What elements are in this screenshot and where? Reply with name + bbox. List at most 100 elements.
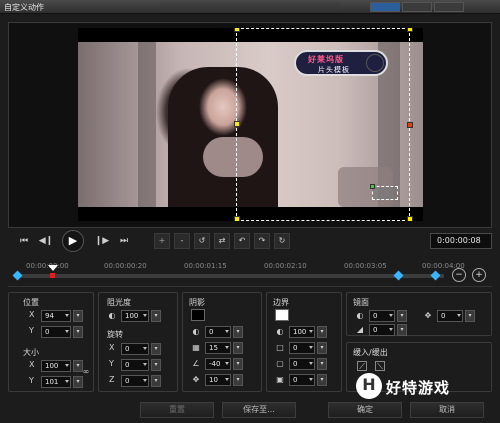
current-keyframe[interactable]: [50, 273, 55, 278]
shadow-distance-icon: ✥: [192, 375, 200, 384]
opacity-input[interactable]: 100: [121, 310, 149, 322]
border-opacity-dropdown[interactable]: ▾: [317, 326, 327, 338]
border-color-swatch[interactable]: [275, 309, 289, 321]
position-y-dropdown[interactable]: ▾: [73, 326, 83, 338]
ok-button[interactable]: 确定: [328, 402, 402, 418]
rotation-x-dropdown[interactable]: ▾: [151, 343, 161, 355]
rotation-x-row: X 0 ▾: [109, 343, 169, 355]
anchor-handle[interactable]: [407, 122, 413, 128]
size-x-input[interactable]: 100: [41, 360, 71, 372]
cancel-button[interactable]: 取消: [410, 402, 484, 418]
resize-handle[interactable]: [407, 216, 413, 221]
window-control-button[interactable]: [402, 2, 432, 12]
rotation-z-dropdown[interactable]: ▾: [151, 375, 161, 387]
rotation-x-input[interactable]: 0: [121, 343, 149, 355]
shadow-label: 阴影: [189, 298, 205, 307]
border-transparency-input[interactable]: 0: [289, 374, 315, 386]
window-control-button[interactable]: [434, 2, 464, 12]
y-label: Y: [29, 326, 34, 335]
move-right-icon[interactable]: ↷: [254, 233, 270, 249]
step-back-icon[interactable]: ◀❙: [38, 233, 54, 249]
border-label: 边界: [273, 298, 289, 307]
rotation-y-input[interactable]: 0: [121, 359, 149, 371]
size-x-row: X 100 ▾: [29, 360, 89, 372]
move-left-icon[interactable]: ↶: [234, 233, 250, 249]
window-control-button[interactable]: [370, 2, 400, 12]
border-blur-dropdown[interactable]: ▾: [317, 358, 327, 370]
timeline-track[interactable]: [14, 274, 444, 278]
size-y-dropdown[interactable]: ▾: [73, 376, 83, 388]
border-opacity-input[interactable]: 100: [289, 326, 315, 338]
remove-keyframe-icon[interactable]: -: [174, 233, 190, 249]
mirror-gradient-input[interactable]: 0: [369, 324, 395, 336]
mirror-opacity-input[interactable]: 0: [369, 310, 395, 322]
zoom-out-icon[interactable]: −: [452, 268, 466, 282]
shadow-blur-dropdown[interactable]: ▾: [233, 342, 243, 354]
border-width-input[interactable]: 0: [289, 342, 315, 354]
keyframe-marker[interactable]: [430, 270, 441, 281]
go-to-end-icon[interactable]: ⏭: [116, 233, 132, 249]
reverse-keyframe-icon[interactable]: ↺: [194, 233, 210, 249]
border-width-icon: □: [276, 343, 284, 352]
shadow-distance-input[interactable]: 10: [205, 374, 231, 386]
shadow-color-swatch[interactable]: [191, 309, 205, 321]
size-y-input[interactable]: 101: [41, 376, 71, 388]
mirror-opacity-icon: ◐: [356, 311, 364, 320]
resize-handle[interactable]: [234, 216, 240, 221]
add-keyframe-icon[interactable]: +: [154, 233, 170, 249]
position-marker[interactable]: [372, 186, 398, 200]
resize-handle[interactable]: [234, 28, 240, 32]
shadow-opacity-dropdown[interactable]: ▾: [233, 326, 243, 338]
mirror-angle-dropdown[interactable]: ▾: [465, 310, 475, 322]
save-as-button[interactable]: 保存至...: [222, 402, 296, 418]
shadow-opacity-input[interactable]: 0: [205, 326, 231, 338]
link-icon[interactable]: ∞: [81, 367, 91, 377]
position-x-input[interactable]: 94: [41, 310, 71, 322]
mirror-angle-input[interactable]: 0: [437, 310, 463, 322]
resize-handle[interactable]: [234, 121, 240, 127]
opacity-label: 阻光度: [107, 298, 131, 307]
border-blur-input[interactable]: 0: [289, 358, 315, 370]
position-y-input[interactable]: 0: [41, 326, 71, 338]
position-size-panel: 位置 X 94 ▾ Y 0 ▾ 大小 X 100 ▾ Y 101 ▾ ∞: [8, 292, 94, 392]
shadow-distance-dropdown[interactable]: ▾: [233, 374, 243, 386]
timecode-display[interactable]: 0:00:00:08: [430, 233, 492, 249]
swap-keyframe-icon[interactable]: ⇄: [214, 233, 230, 249]
timeline-ruler: 00:00:00:00 00:00:00:20 00:00:01:15 00:0…: [8, 262, 465, 272]
border-transparency-icon: ▣: [276, 375, 284, 384]
shadow-blur-input[interactable]: 15: [205, 342, 231, 354]
next-keyframe-icon[interactable]: ↻: [274, 233, 290, 249]
keyframe-marker[interactable]: [12, 270, 23, 281]
border-blur-icon: ▢: [276, 359, 284, 368]
resize-handle[interactable]: [407, 28, 413, 32]
mirror-gradient-dropdown[interactable]: ▾: [397, 324, 407, 336]
position-x-dropdown[interactable]: ▾: [73, 310, 83, 322]
zoom-in-icon[interactable]: +: [472, 268, 486, 282]
keyframe-marker[interactable]: [393, 270, 404, 281]
z-label: Z: [109, 375, 115, 384]
x-label: X: [29, 360, 35, 369]
rotation-y-dropdown[interactable]: ▾: [151, 359, 161, 371]
border-width-dropdown[interactable]: ▾: [317, 342, 327, 354]
mirror-label: 镜面: [353, 298, 369, 307]
opacity-dropdown[interactable]: ▾: [151, 310, 161, 322]
border-transparency-dropdown[interactable]: ▾: [317, 374, 327, 386]
watermark-text: 好特游戏: [386, 379, 451, 397]
shadow-angle-dropdown[interactable]: ▾: [233, 358, 243, 370]
mirror-opacity-dropdown[interactable]: ▾: [397, 310, 407, 322]
reset-button[interactable]: 重置: [140, 402, 214, 418]
watermark-logo-icon: H: [356, 373, 382, 399]
step-forward-icon[interactable]: ❙▶: [94, 233, 110, 249]
rotation-z-input[interactable]: 0: [121, 375, 149, 387]
fade-out-icon[interactable]: ⟍: [375, 361, 385, 371]
preview-area[interactable]: 好莱坞版 片头模板: [78, 28, 423, 221]
go-to-start-icon[interactable]: ⏮: [16, 233, 32, 249]
border-panel: 边界 ◐ 100 ▾ □ 0 ▾ ▢ 0 ▾ ▣ 0 ▾: [266, 292, 342, 392]
marker-handle[interactable]: [370, 184, 375, 189]
site-watermark: H 好特游戏: [356, 373, 496, 399]
play-button[interactable]: ▶: [62, 230, 84, 252]
background-pillar: [138, 42, 156, 207]
ruler-tick: 00:00:00:20: [104, 262, 147, 270]
shadow-angle-input[interactable]: -40: [205, 358, 231, 370]
fade-in-icon[interactable]: ⟋: [357, 361, 367, 371]
